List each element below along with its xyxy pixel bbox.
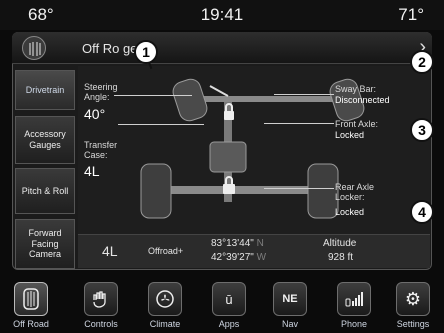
phone-signal-icon [337,282,371,316]
tire-icon [14,282,48,316]
tab-drivetrain[interactable]: Drivetrain [15,70,75,110]
nav-label: Apps [218,319,240,329]
nav-nav[interactable]: NE Nav [266,282,314,329]
transfer-range: 4L [102,243,118,259]
panel-header [12,32,432,64]
latitude: 83°13'44" N [211,238,264,249]
leader-line [264,123,334,124]
status-bar: 68° 19:41 71° [0,0,444,30]
altitude-label: Altitude [323,238,357,249]
transfer-case-label: Transfer Case: [84,140,118,161]
nav-label: Settings [396,319,430,329]
latitude-value: 83°13'44" [211,238,254,249]
rear-axle-locker-label: Rear Axle Locker: [335,182,375,203]
nav-label: Off Road [13,319,49,329]
outside-temp-right: 71° [398,5,424,24]
nav-climate[interactable]: Climate [141,282,189,329]
nav-apps[interactable]: ū Apps [205,282,253,329]
tab-accessory-gauges[interactable]: Accessory Gauges [15,116,75,164]
leader-line [114,95,192,96]
tab-forward-facing-camera[interactable]: Forward Facing Camera [15,219,75,269]
nav-label: Climate [149,319,181,329]
compass-ne-icon: NE [273,282,307,316]
longitude: 42°39'27" W [211,252,266,263]
front-axle-value: Locked [335,130,365,140]
rear-axle-locker-value: Locked [335,207,365,217]
longitude-value: 42°39'27" [211,252,254,263]
leader-line [118,124,204,125]
gear-icon: ⚙ [396,282,430,316]
info-strip: 4L Offroad+ 83°13'44" N 42°39'27" W Alti… [78,234,430,268]
transfer-case-value: 4L [84,163,100,179]
nav-off-road[interactable]: Off Road [7,282,55,329]
altitude-value: 928 ft [328,252,354,263]
fan-icon [148,282,182,316]
nav-controls[interactable]: Controls [77,282,125,329]
leader-line [274,94,334,95]
drivetrain-view: Steering Angle: 40° Transfer Case: 4L Sw… [78,66,430,234]
callout-2: 2 [410,50,434,74]
latitude-direction: N [256,238,264,249]
front-axle-label: Front Axle: [335,119,379,129]
nav-phone[interactable]: Phone [330,282,378,329]
apps-icon: ū [212,282,246,316]
nav-label: Phone [340,319,368,329]
nav-settings[interactable]: ⚙ Settings [389,282,437,329]
clock: 19:41 [200,5,244,24]
steering-angle-value: 40° [84,106,106,122]
tire-icon [22,36,46,60]
tab-pitch-roll[interactable]: Pitch & Roll [15,168,75,214]
callout-1: 1 [134,40,158,64]
longitude-direction: W [256,252,267,263]
nav-label: Nav [281,319,298,329]
controls-hand-icon [84,282,118,316]
sway-bar-label: Sway Bar: [335,84,377,94]
steering-angle-label: Steering Angle: [84,82,118,103]
callout-3: 3 [410,118,434,142]
sway-bar-value: Disconnected [335,95,390,105]
nav-label: Controls [84,319,118,329]
drive-mode: Offroad+ [148,246,184,256]
leader-line [264,188,334,189]
callout-4: 4 [410,200,434,224]
